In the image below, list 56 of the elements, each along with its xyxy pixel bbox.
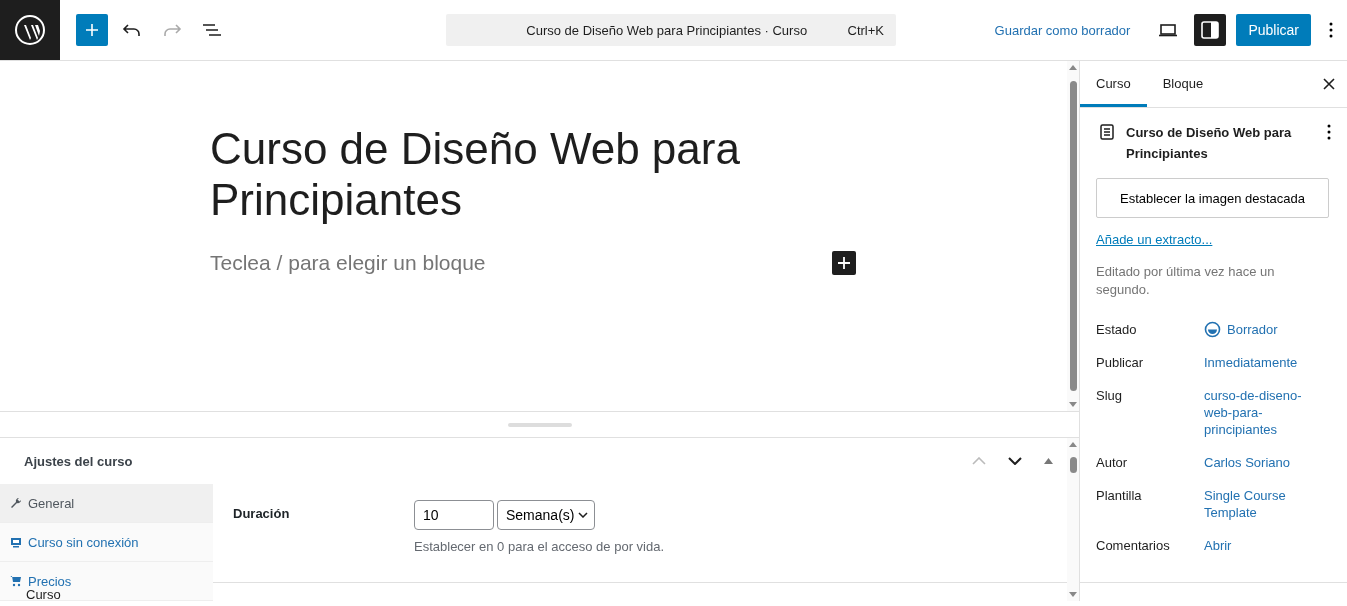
panel-tab[interactable]: General (0, 484, 213, 523)
post-title: Curso de Diseño Web para Principiantes (1126, 124, 1293, 163)
setting-label: Estado (1096, 321, 1138, 338)
block-placeholder[interactable]: Teclea / para elegir un bloque (210, 251, 486, 275)
setting-label: Plantilla (1096, 487, 1143, 505)
close-icon[interactable] (1323, 78, 1335, 90)
post-title[interactable]: Curso de Diseño Web para Principiantes (210, 123, 770, 225)
setting-link[interactable]: Abrir (1204, 537, 1331, 554)
setting-label: Autor (1096, 454, 1129, 471)
setting-label: Comentarios (1096, 537, 1171, 554)
scroll-down-icon[interactable] (1069, 402, 1077, 407)
setting-link[interactable]: Inmediatamente (1204, 354, 1331, 371)
sidebar-tab[interactable]: Curso (1080, 61, 1147, 107)
scrollbar-thumb[interactable] (1069, 457, 1077, 473)
setting-link[interactable]: curso-de-diseno-web-para-principiantes (1204, 387, 1331, 438)
scroll-up-icon[interactable] (1069, 65, 1077, 70)
resize-handle[interactable] (507, 422, 572, 427)
chevron-down-icon (578, 512, 589, 518)
excerpt-link[interactable]: Añade un extracto... (1096, 232, 1331, 247)
save-draft-button[interactable]: Guardar como borrador (982, 22, 1143, 38)
setting-label: Publicar (1096, 354, 1144, 371)
plus-icon (837, 256, 851, 270)
last-edited-text: Editado por última vez hace un segundo. (1096, 263, 1276, 299)
featured-image-button[interactable]: Establecer la imagen destacada (1096, 178, 1329, 218)
panel-title: Ajustes del curso (24, 453, 133, 469)
wordpress-logo[interactable] (0, 0, 60, 60)
options-icon[interactable] (1327, 124, 1331, 140)
add-block-button[interactable] (832, 251, 856, 275)
publish-button[interactable]: Publicar (1236, 14, 1311, 46)
monitor-icon (10, 536, 22, 548)
cart-icon (10, 575, 22, 587)
breadcrumb[interactable]: Curso (26, 587, 61, 602)
scroll-up-icon[interactable] (1069, 442, 1077, 447)
field-label: Duración (233, 505, 291, 523)
undo-icon (122, 22, 142, 38)
setting-label: Slug (1096, 387, 1124, 405)
scrollbar-thumb[interactable] (1069, 81, 1077, 391)
scroll-down-icon[interactable] (1069, 592, 1077, 597)
unit-select[interactable]: Semana(s) (497, 500, 596, 530)
sidebar-icon (1200, 20, 1221, 40)
sidebar-tab[interactable]: Bloque (1146, 61, 1220, 107)
duration-input[interactable]: 10 (414, 500, 494, 530)
triangle-up-icon[interactable] (1044, 458, 1053, 464)
status-link[interactable]: Borrador (1204, 321, 1331, 338)
setting-link[interactable]: Carlos Soriano (1204, 454, 1331, 471)
plus-icon (84, 22, 100, 38)
status-icon (1204, 321, 1221, 338)
chevron-down-icon[interactable] (1008, 457, 1022, 465)
field-help: Establecer en 0 para el acceso de por vida. (414, 539, 665, 554)
chevron-up-icon[interactable] (972, 457, 986, 465)
command-bar[interactable]: Curso de Diseño Web para Principiantes · Curso Ctrl+K (446, 14, 896, 46)
wrench-icon (10, 497, 22, 509)
setting-link[interactable]: Single Course Template (1204, 487, 1331, 521)
document-icon (1100, 124, 1114, 140)
redo-icon (162, 22, 182, 38)
sidebar-toggle-button[interactable] (1194, 14, 1227, 46)
